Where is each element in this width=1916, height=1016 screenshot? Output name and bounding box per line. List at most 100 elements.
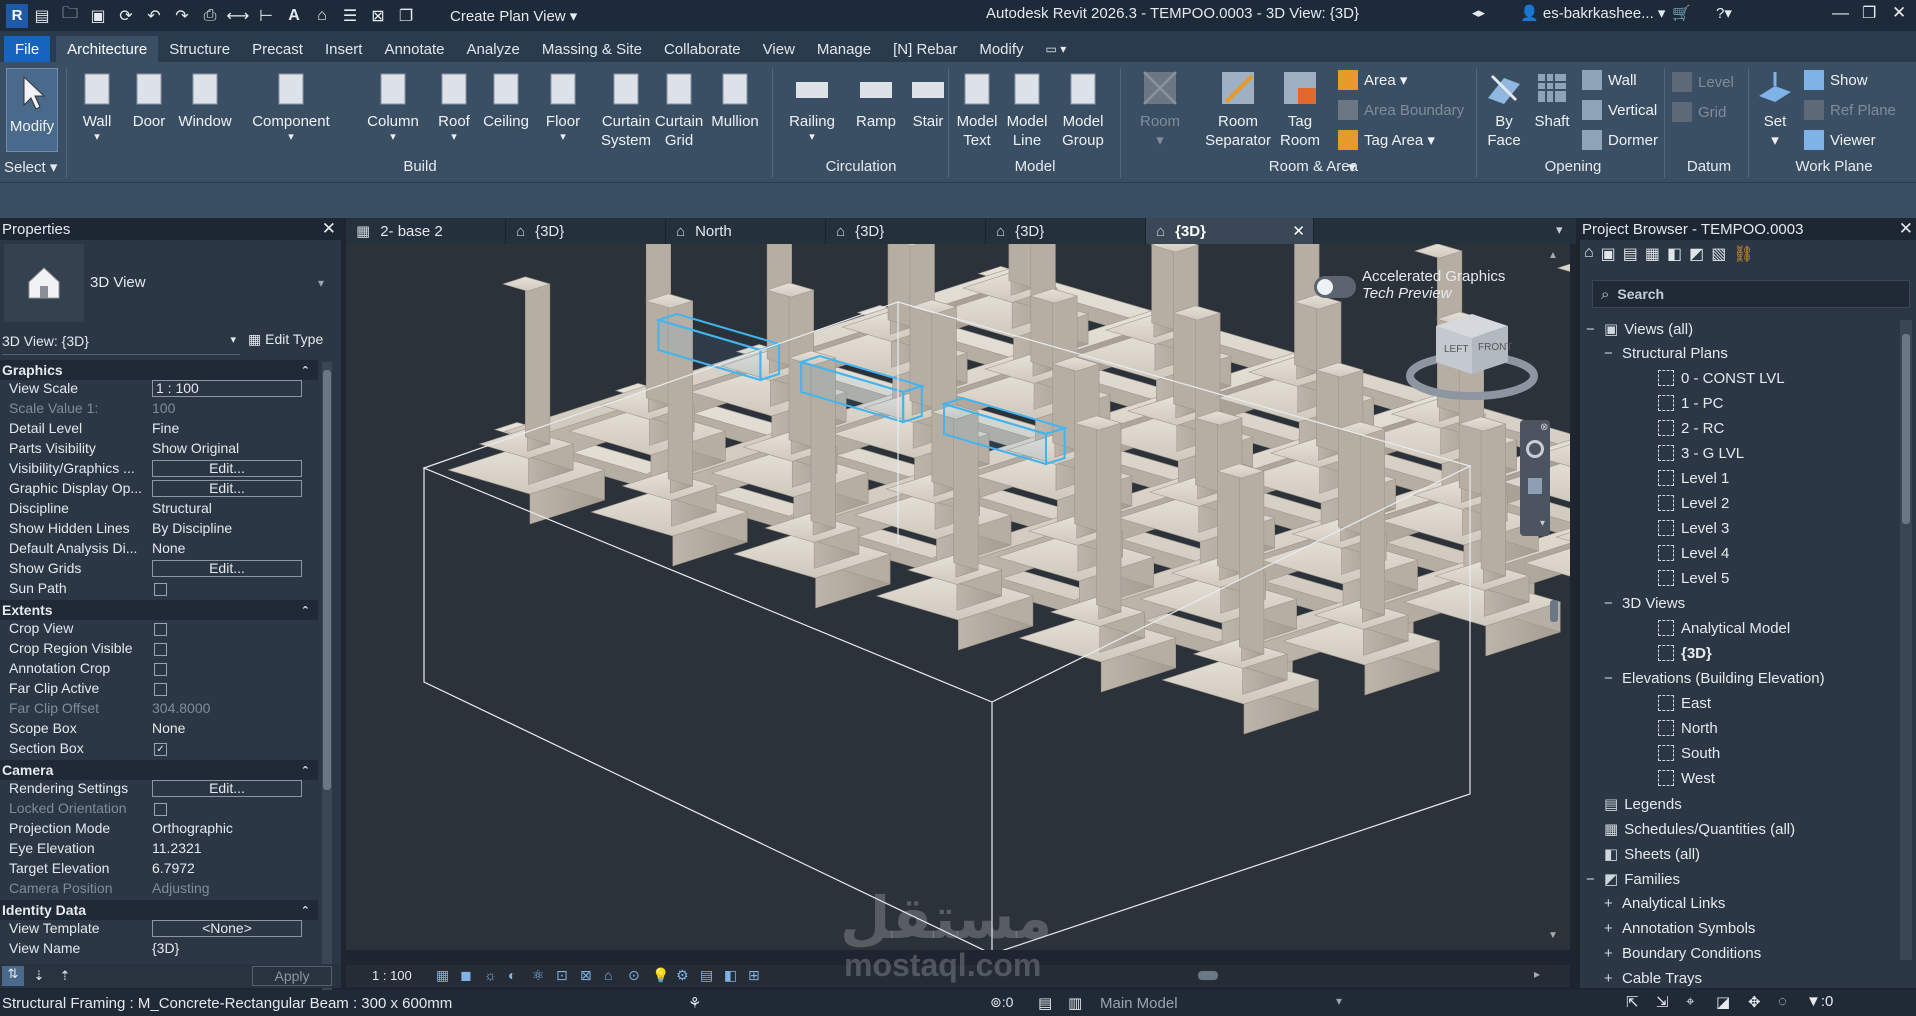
tab-precast[interactable]: Precast: [241, 36, 314, 62]
switch-windows-icon[interactable]: ❐: [395, 5, 417, 27]
view-tab[interactable]: ⌂ {3D}: [506, 218, 666, 244]
crop-view-icon[interactable]: ⊡: [556, 967, 568, 984]
vertical-opening-button[interactable]: Vertical: [1582, 100, 1657, 120]
edit-type-button[interactable]: ▦ Edit Type: [248, 331, 323, 348]
open-folder-icon[interactable]: 🗀: [59, 5, 81, 27]
undo-icon[interactable]: ↶: [143, 5, 165, 27]
tree-item[interactable]: 0 - CONST LVL: [1622, 370, 1785, 387]
column[interactable]: [1096, 415, 1122, 613]
revit-logo-icon[interactable]: R: [6, 3, 28, 28]
build-floor-button[interactable]: Floor ▾: [534, 68, 592, 143]
section-extents[interactable]: Extents ⌃: [0, 600, 318, 620]
column[interactable]: [1074, 356, 1100, 532]
view-cube[interactable]: LEFT FRONT: [1402, 304, 1542, 404]
sort-ascending-icon[interactable]: ⇣: [28, 968, 50, 984]
editable-only-icon[interactable]: ⊚:0: [990, 994, 1013, 1011]
build-door-button[interactable]: Door: [126, 68, 172, 131]
build-ceiling-button[interactable]: Ceiling: [476, 68, 536, 131]
edit-button[interactable]: Edit...: [152, 460, 302, 477]
room-area-dropdown-icon[interactable]: ▾: [1342, 158, 1362, 176]
reveal-hidden-icon[interactable]: 💡: [652, 967, 669, 984]
browser-schedules-icon[interactable]: ▦: [1645, 244, 1660, 268]
tree-item[interactable]: West: [1622, 770, 1715, 787]
tree-item[interactable]: + Boundary Conditions: [1604, 945, 1761, 962]
collapse-chevron-icon[interactable]: ⌃: [301, 904, 310, 917]
minimize-icon[interactable]: —: [1832, 3, 1849, 23]
design-options-icon[interactable]: ▤: [1038, 994, 1052, 1012]
collapse-icon[interactable]: −: [1604, 595, 1622, 612]
show-workplane-button[interactable]: Show: [1804, 70, 1868, 90]
show-crop-icon[interactable]: ⊠: [580, 967, 592, 984]
sun-path-icon[interactable]: ☼: [484, 967, 497, 983]
tree-item[interactable]: South: [1622, 745, 1720, 762]
tree-item[interactable]: Level 4: [1622, 545, 1729, 562]
railing-button[interactable]: Railing ▾: [786, 68, 838, 143]
unlocked-3d-icon[interactable]: ⌂: [604, 967, 612, 983]
apply-button[interactable]: Apply: [252, 966, 332, 986]
close-window-icon[interactable]: ✕: [1892, 3, 1906, 23]
print-icon[interactable]: ⎙: [199, 5, 221, 27]
cart-icon[interactable]: 🛒: [1672, 4, 1691, 22]
tree-item[interactable]: − Structural Plans: [1604, 345, 1728, 362]
checkbox[interactable]: [154, 643, 167, 656]
viewer-button[interactable]: Viewer: [1804, 130, 1876, 150]
browser-scrollbar[interactable]: [1900, 320, 1912, 960]
expand-icon[interactable]: +: [1604, 945, 1622, 962]
browser-sections-icon[interactable]: ▤: [1623, 244, 1638, 268]
view-scale-button[interactable]: 1 : 100: [372, 968, 412, 983]
section-camera[interactable]: Camera ⌃: [0, 760, 318, 780]
tab-insert[interactable]: Insert: [314, 36, 374, 62]
measure-icon[interactable]: ⟷: [227, 5, 250, 27]
tree-item[interactable]: 2 - RC: [1622, 420, 1724, 437]
dormer-button[interactable]: Dormer: [1582, 130, 1658, 150]
close-properties-icon[interactable]: ✕: [322, 219, 341, 239]
collapse-icon[interactable]: −: [1604, 670, 1622, 687]
build-curtain-system-button[interactable]: Curtain System: [594, 68, 658, 150]
tab-overflow-icon[interactable]: ▾: [1556, 222, 1563, 238]
tab-analyze[interactable]: Analyze: [456, 36, 531, 62]
help-icon[interactable]: ?▾: [1716, 4, 1732, 22]
worksharing-display-icon[interactable]: ▤: [700, 967, 713, 984]
viewport-horizontal-scrollbar[interactable]: [1198, 971, 1218, 980]
area-button[interactable]: Area ▾: [1338, 70, 1407, 90]
collapse-icon[interactable]: −: [1586, 871, 1604, 888]
steering-wheel-icon[interactable]: [1526, 440, 1544, 458]
build-column-button[interactable]: Column ▾: [358, 68, 428, 143]
column[interactable]: [1030, 244, 1056, 370]
by-face-button[interactable]: By Face: [1484, 68, 1524, 150]
close-hidden-icon[interactable]: ⊠: [367, 5, 389, 27]
3d-viewport[interactable]: Accelerated Graphics Tech Preview LEFT F…: [346, 244, 1570, 952]
column[interactable]: [667, 293, 693, 487]
select-pinned-icon[interactable]: ⌖: [1686, 993, 1694, 1010]
build-curtain-grid-button[interactable]: Curtain Grid: [650, 68, 708, 150]
scroll-right-icon[interactable]: ▸: [1534, 967, 1540, 981]
area-boundary-button[interactable]: Area Boundary: [1338, 100, 1464, 120]
main-model-dropdown[interactable]: Main Model: [1100, 995, 1178, 1012]
checkbox[interactable]: [154, 623, 167, 636]
select-dropdown[interactable]: Select ▾: [4, 158, 64, 176]
view-scale-input[interactable]: 1 : 100: [152, 380, 302, 397]
column[interactable]: [1151, 244, 1177, 331]
zoom-region-icon[interactable]: [1528, 478, 1542, 494]
properties-scrollbar[interactable]: [322, 362, 332, 1002]
collapse-chevron-icon[interactable]: ⌃: [301, 604, 310, 617]
tree-item[interactable]: 3 - G LVL: [1622, 445, 1744, 462]
browser-links-icon[interactable]: ⛓: [1733, 244, 1753, 268]
tree-item[interactable]: ◧ Sheets (all): [1586, 845, 1700, 863]
user-account[interactable]: 👤 es-bakrkashee... ▾: [1520, 4, 1665, 22]
view-cube-front-label[interactable]: FRONT: [1478, 342, 1512, 353]
column[interactable]: [525, 276, 551, 445]
tree-item[interactable]: {3D}: [1622, 645, 1712, 662]
type-selector-chevron-icon[interactable]: ▾: [318, 276, 324, 290]
view-tab[interactable]: ⌂ {3D}: [826, 218, 986, 244]
column[interactable]: [1195, 305, 1221, 493]
ref-plane-button[interactable]: Ref Plane: [1804, 100, 1896, 120]
active-option-icon[interactable]: ▥: [1068, 994, 1082, 1012]
new-icon[interactable]: ▤: [31, 5, 53, 27]
tree-item[interactable]: Analytical Model: [1622, 620, 1790, 637]
select-by-face-icon[interactable]: ◪: [1716, 993, 1730, 1011]
thin-lines-icon[interactable]: ☰: [339, 5, 361, 27]
collapse-icon[interactable]: −: [1586, 321, 1604, 338]
edit-button[interactable]: Edit...: [152, 780, 302, 797]
section-graphics[interactable]: Graphics ⌃: [0, 360, 318, 380]
